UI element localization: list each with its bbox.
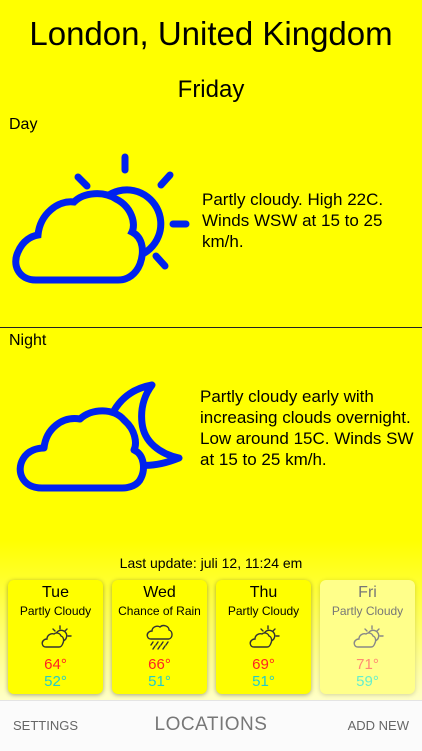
partly-cloudy-icon	[41, 625, 72, 648]
partly-cloudy-icon	[249, 625, 280, 648]
day-title: Friday	[177, 76, 245, 103]
card-condition: Partly Cloudy	[19, 604, 92, 618]
card-condition: Partly Cloudy	[227, 604, 300, 618]
forecast-card-fri[interactable]: Fri Partly Cloudy 71° 59°	[320, 580, 415, 694]
card-low-temp: 51°	[252, 673, 275, 690]
rain-cloud-icon	[146, 624, 173, 650]
day-section-label: Day	[9, 116, 38, 133]
day-forecast-text: Partly cloudy. High 22C. Winds WSW at 15…	[202, 190, 384, 251]
forecast-card-wed[interactable]: Wed Chance of Rain 66° 51°	[112, 580, 207, 694]
card-high-temp: 64°	[44, 656, 67, 673]
card-condition: Chance of Rain	[118, 604, 201, 618]
partly-cloudy-icon	[353, 625, 384, 648]
card-low-temp: 52°	[44, 673, 67, 690]
card-day: Thu	[249, 584, 278, 601]
card-high-temp: 71°	[356, 656, 379, 673]
partly-cloudy-day-icon	[12, 153, 190, 284]
forecast-card-tue[interactable]: Tue Partly Cloudy 64° 52°	[8, 580, 103, 694]
card-low-temp: 59°	[356, 673, 379, 690]
card-high-temp: 66°	[148, 656, 171, 673]
partly-cloudy-night-icon	[16, 381, 183, 492]
card-high-temp: 69°	[252, 656, 275, 673]
tab-bar: SETTINGS LOCATIONS ADD NEW	[0, 700, 422, 751]
add-new-button[interactable]: ADD NEW	[348, 718, 409, 734]
card-low-temp: 51°	[148, 673, 171, 690]
card-day: Tue	[42, 584, 69, 601]
card-day: Fri	[358, 584, 377, 601]
forecast-card-thu[interactable]: Thu Partly Cloudy 69° 51°	[216, 580, 311, 694]
city-title: London, United Kingdom	[29, 15, 393, 52]
night-section-label: Night	[9, 332, 47, 349]
forecast-cards: Tue Partly Cloudy 64° 52° Wed Chance of …	[8, 580, 415, 695]
night-forecast-text: Partly cloudy early with increasing clou…	[200, 387, 414, 469]
card-day: Wed	[143, 584, 176, 601]
card-condition: Partly Cloudy	[331, 604, 404, 618]
section-divider	[0, 327, 422, 328]
last-update-text: Last update: juli 12, 11:24 em	[119, 555, 303, 571]
